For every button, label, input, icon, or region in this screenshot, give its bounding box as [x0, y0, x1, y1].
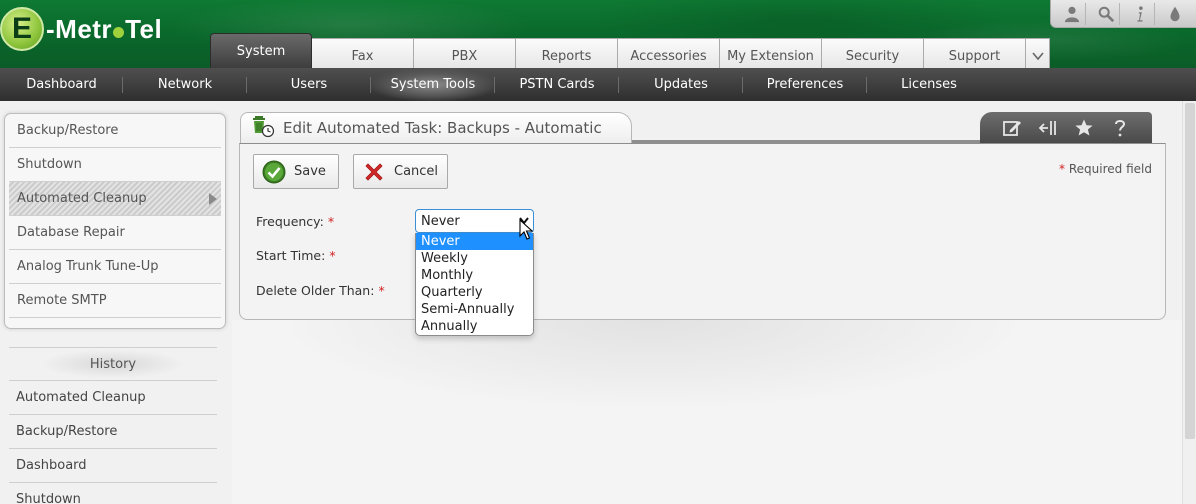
- close-icon: [362, 160, 386, 184]
- required-star: *: [378, 283, 385, 298]
- history-heading: History: [9, 347, 217, 380]
- logo[interactable]: E -Metr Tel: [0, 6, 162, 52]
- scrollbar-thumb[interactable]: [1185, 103, 1195, 439]
- main-tabs: System Fax PBX Reports Accessories My Ex…: [210, 33, 1050, 68]
- panel-header: Edit Automated Task: Backups - Automatic: [240, 112, 1152, 143]
- arrow-right-icon: [209, 193, 217, 205]
- cancel-button-label: Cancel: [394, 164, 439, 179]
- required-star: *: [327, 214, 335, 229]
- history-item[interactable]: Dashboard: [9, 448, 217, 482]
- edit-task-form: Save Cancel * Required field Frequency: *…: [239, 143, 1166, 320]
- frequency-option[interactable]: Weekly: [416, 250, 533, 267]
- left-item-shutdown[interactable]: Shutdown: [9, 148, 221, 182]
- subnav-preferences[interactable]: Preferences: [743, 68, 867, 101]
- left-item-analog-trunk-tune-up[interactable]: Analog Trunk Tune-Up: [9, 250, 221, 284]
- history-list: Automated Cleanup Backup/Restore Dashboa…: [9, 380, 217, 504]
- save-button-label: Save: [294, 164, 326, 179]
- left-menu: Backup/Restore Shutdown Automated Cleanu…: [4, 113, 226, 329]
- subnav-network[interactable]: Network: [123, 68, 247, 101]
- logo-text: -Metr Tel: [46, 14, 162, 45]
- subnav-users[interactable]: Users: [247, 68, 371, 101]
- tabs-more-button[interactable]: [1026, 38, 1050, 68]
- left-item-label: Database Repair: [17, 225, 125, 240]
- logo-badge: E: [0, 7, 44, 51]
- history-item[interactable]: Backup/Restore: [9, 414, 217, 448]
- left-item-label: Automated Cleanup: [17, 191, 147, 206]
- left-item-label: Analog Trunk Tune-Up: [17, 259, 159, 274]
- chevron-down-icon: [1031, 52, 1044, 61]
- cancel-button[interactable]: Cancel: [353, 154, 448, 189]
- delete-older-label: Delete Older Than: *: [256, 283, 385, 298]
- help-icon[interactable]: [1110, 118, 1130, 138]
- save-button[interactable]: Save: [253, 154, 339, 189]
- tab-system[interactable]: System: [210, 33, 312, 68]
- panel-title-tab: Edit Automated Task: Backups - Automatic: [240, 112, 632, 143]
- edit-icon[interactable]: [1002, 118, 1022, 138]
- start-time-label-text: Start Time:: [256, 248, 326, 263]
- tab-fax[interactable]: Fax: [312, 38, 414, 68]
- required-field-text: Required field: [1068, 162, 1152, 176]
- panel-title: Edit Automated Task: Backups - Automatic: [283, 119, 602, 137]
- subnav-pstn-cards[interactable]: PSTN Cards: [495, 68, 619, 101]
- tab-security[interactable]: Security: [822, 38, 924, 68]
- info-icon[interactable]: [1127, 2, 1155, 25]
- utility-bar: [1050, 0, 1196, 28]
- trash-clock-icon: [251, 114, 275, 142]
- frequency-option[interactable]: Never: [416, 233, 533, 250]
- frequency-dropdown-list: Never Weekly Monthly Quarterly Semi-Annu…: [415, 233, 534, 336]
- drop-icon[interactable]: [1161, 3, 1189, 25]
- start-time-label: Start Time: *: [256, 248, 336, 263]
- logo-text-part1: -Metr: [46, 13, 113, 44]
- required-star: *: [1059, 162, 1066, 176]
- delete-older-label-text: Delete Older Than:: [256, 283, 375, 298]
- left-item-label: Shutdown: [17, 157, 82, 172]
- frequency-select[interactable]: Never: [415, 209, 534, 233]
- collapse-left-icon[interactable]: [1038, 118, 1058, 138]
- user-icon[interactable]: [1058, 2, 1087, 25]
- history-item[interactable]: Shutdown: [9, 482, 217, 504]
- left-item-backup-restore[interactable]: Backup/Restore: [9, 114, 221, 148]
- mouse-cursor-icon: [519, 219, 534, 240]
- frequency-option[interactable]: Monthly: [416, 267, 533, 284]
- frequency-option[interactable]: Semi-Annually: [416, 301, 533, 318]
- tab-reports[interactable]: Reports: [516, 38, 618, 68]
- logo-text-part2: Tel: [125, 13, 163, 44]
- history-item[interactable]: Automated Cleanup: [9, 380, 217, 414]
- tab-support[interactable]: Support: [924, 38, 1026, 68]
- frequency-select-value: Never: [421, 213, 460, 229]
- left-item-label: Remote SMTP: [17, 293, 107, 308]
- left-item-remote-smtp[interactable]: Remote SMTP: [9, 284, 221, 318]
- left-item-label: Backup/Restore: [17, 123, 119, 138]
- frequency-option[interactable]: Quarterly: [416, 284, 533, 301]
- required-field-note: * Required field: [1059, 162, 1152, 176]
- frequency-label-text: Frequency:: [256, 214, 324, 229]
- subnav-system-tools[interactable]: System Tools: [371, 68, 495, 101]
- sub-nav: Dashboard Network Users System Tools PST…: [0, 68, 1196, 101]
- left-item-database-repair[interactable]: Database Repair: [9, 216, 221, 250]
- checkmark-icon: [262, 160, 286, 184]
- subnav-licenses[interactable]: Licenses: [867, 68, 991, 101]
- app-header: E -Metr Tel System Fax PBX Reports Access…: [0, 0, 1196, 68]
- tab-pbx[interactable]: PBX: [414, 38, 516, 68]
- panel-tools: [980, 112, 1152, 143]
- left-item-automated-cleanup[interactable]: Automated Cleanup: [9, 182, 221, 216]
- star-icon[interactable]: [1074, 118, 1094, 138]
- content-background: [232, 320, 1182, 504]
- tab-accessories[interactable]: Accessories: [618, 38, 720, 68]
- search-icon[interactable]: [1092, 2, 1121, 25]
- frequency-option[interactable]: Annually: [416, 318, 533, 335]
- frequency-label: Frequency: *: [256, 214, 334, 229]
- subnav-dashboard[interactable]: Dashboard: [0, 68, 123, 101]
- tab-my-extension[interactable]: My Extension: [720, 38, 822, 68]
- logo-dot: [113, 26, 125, 38]
- page-scrollbar[interactable]: [1182, 101, 1196, 504]
- subnav-updates[interactable]: Updates: [619, 68, 743, 101]
- required-star: *: [329, 248, 336, 263]
